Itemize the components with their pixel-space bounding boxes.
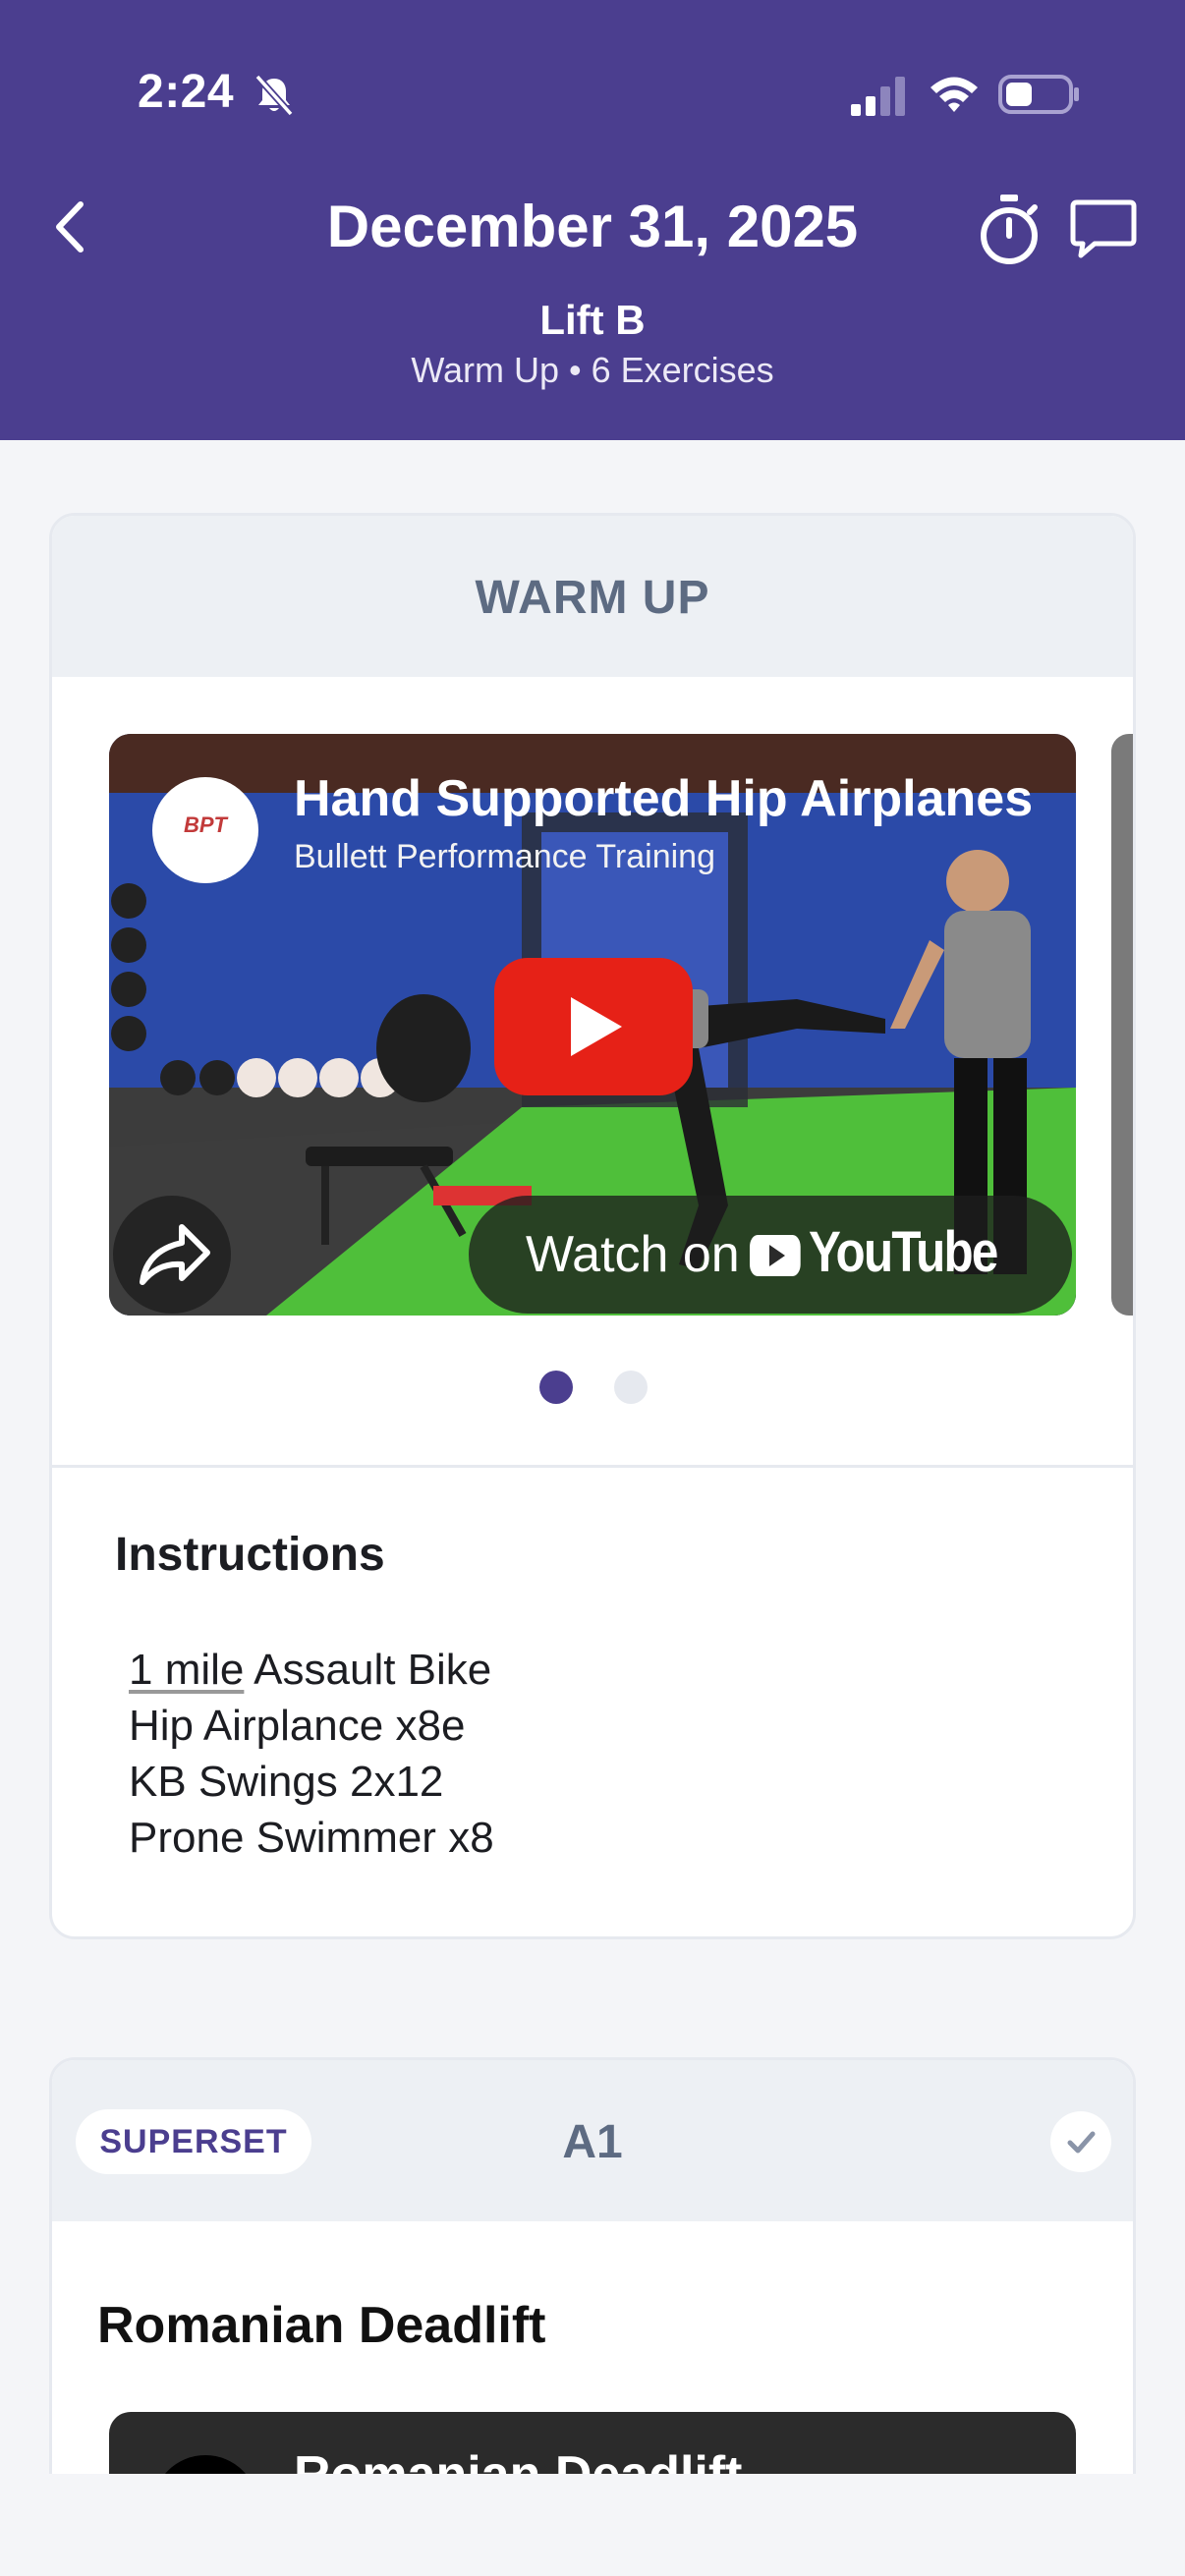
carousel-dot-active[interactable] [539, 1371, 573, 1404]
channel-logo[interactable]: BPT [152, 777, 258, 883]
bell-muted-icon [254, 74, 294, 117]
youtube-video-player[interactable]: BPT Hand Supported Hip Airplanes Bullett… [109, 734, 1076, 1316]
complete-check-button[interactable] [1050, 2111, 1111, 2172]
video-title[interactable]: Hand Supported Hip Airplanes [294, 769, 1070, 828]
warmup-card: WARM UP BPT Hand Supported Hip Airplanes… [49, 513, 1136, 1939]
instruction-underlined-text[interactable]: 1 mile [129, 1646, 244, 1694]
workout-name: Lift B [539, 297, 646, 343]
stopwatch-icon[interactable] [975, 193, 1044, 267]
instruction-line: Prone Swimmer x8 [129, 1814, 494, 1862]
instruction-line: 1 mile Assault Bike [129, 1646, 491, 1695]
instruction-text: Assault Bike [244, 1646, 492, 1694]
instruction-line: KB Swings 2x12 [129, 1758, 444, 1806]
play-icon[interactable] [494, 958, 693, 1095]
checkmark-icon [1067, 2131, 1096, 2154]
divider [52, 1465, 1133, 1468]
exercise-label: A1 [562, 2116, 623, 2168]
warmup-card-header: WARM UP [52, 516, 1133, 677]
youtube-wordmark: YouTube [809, 1220, 998, 1284]
exercise-card-header: SUPERSET A1 [52, 2060, 1133, 2221]
watch-on-label: Watch on [526, 1226, 740, 1283]
status-time: 2:24 [138, 66, 235, 118]
section-title: WARM UP [475, 572, 710, 624]
youtube-logo-icon [750, 1235, 801, 1276]
wifi-icon [931, 77, 978, 112]
carousel-dot[interactable] [614, 1371, 648, 1404]
video-channel: Bullett Performance Training [294, 838, 715, 875]
cellular-signal-icon [851, 77, 905, 116]
instruction-line: Hip Airplance x8e [129, 1702, 466, 1750]
exercise-name: Romanian Deadlift [97, 2297, 546, 2354]
share-arrow-icon [140, 1224, 210, 1285]
app-header: 2:24 December 31, 2025 Lift B Warm Up • … [0, 0, 1185, 440]
chat-bubble-icon[interactable] [1069, 196, 1138, 261]
workout-summary: Warm Up • 6 Exercises [411, 350, 774, 390]
watch-on-youtube-button[interactable]: Watch on YouTube [469, 1196, 1072, 1314]
next-video-preview[interactable] [1111, 734, 1133, 1316]
channel-logo-text: BPT [184, 812, 227, 837]
battery-icon [998, 75, 1079, 114]
bottom-safe-area [0, 2474, 1185, 2576]
instructions-heading: Instructions [115, 1529, 385, 1581]
share-button[interactable] [113, 1196, 231, 1314]
